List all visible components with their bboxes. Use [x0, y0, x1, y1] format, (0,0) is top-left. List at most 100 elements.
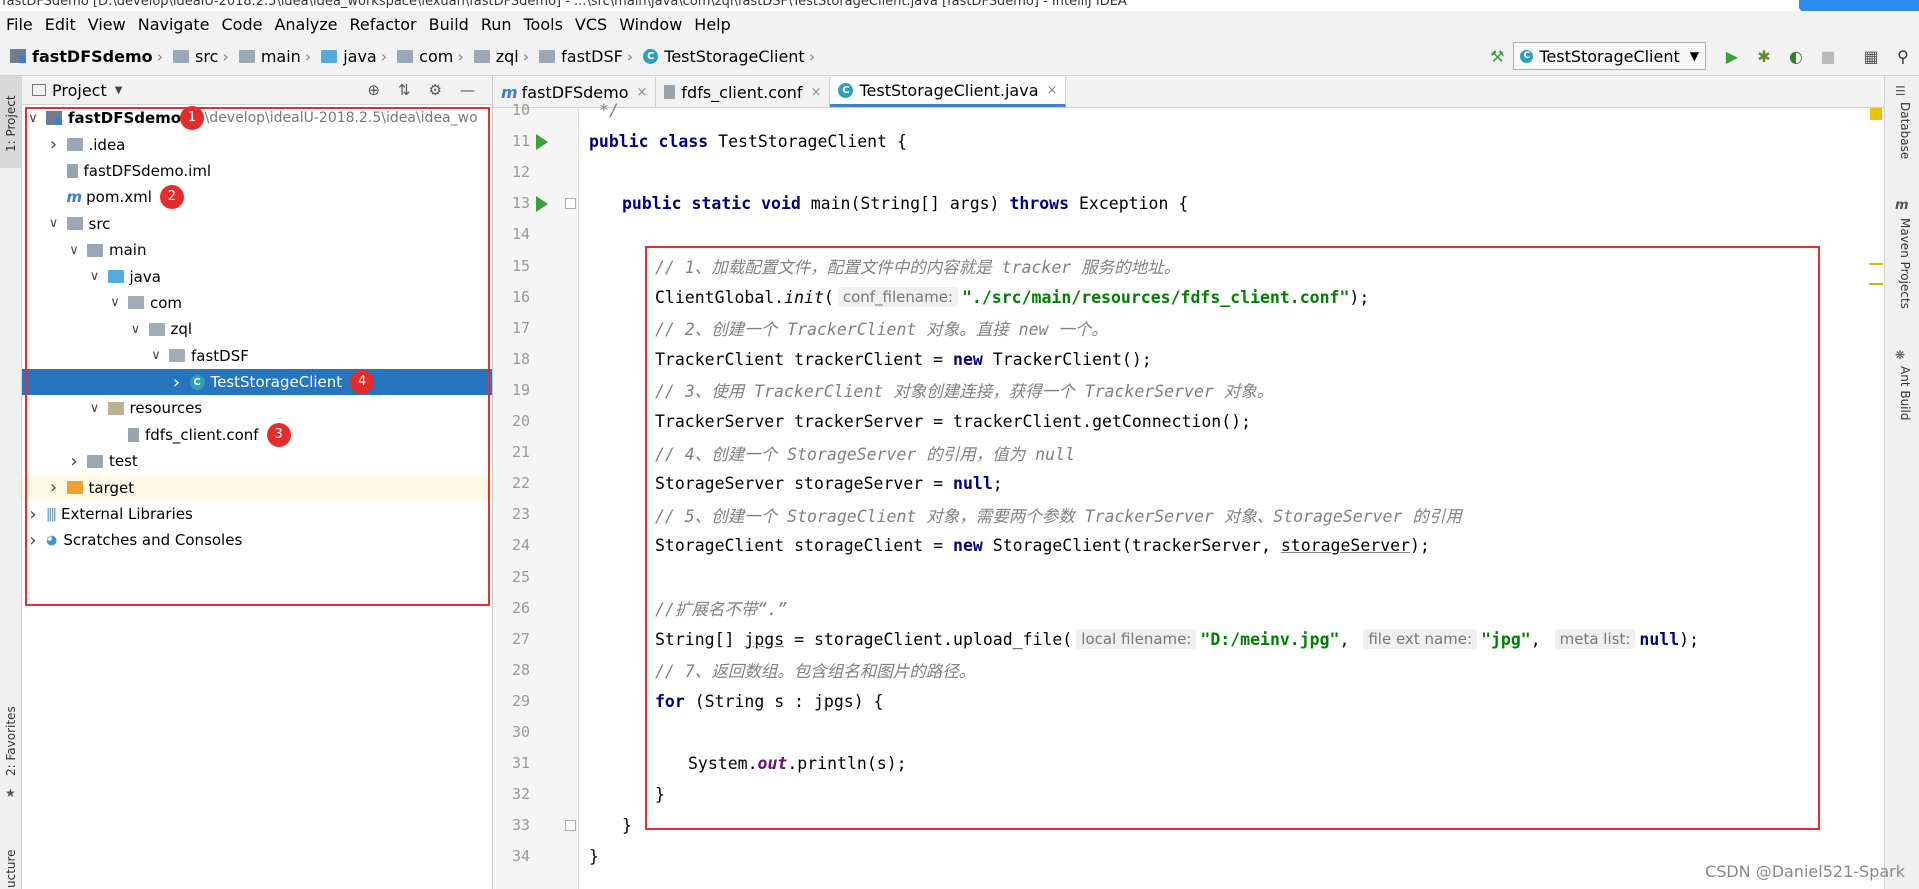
menu-item-view[interactable]: View: [82, 15, 132, 34]
navigation-bar: fastDFSdemo › src › main › java › com › zql › fastDS…: [0, 37, 1919, 76]
breadcrumb-label: com: [419, 46, 454, 66]
gear-icon[interactable]: ⚙: [429, 81, 442, 99]
close-icon[interactable]: ×: [637, 85, 648, 100]
menu-item-tools[interactable]: Tools: [518, 15, 569, 34]
line-number: 27: [511, 629, 530, 648]
locate-icon[interactable]: ⊕: [367, 81, 380, 99]
menu-item-window[interactable]: Window: [613, 15, 688, 34]
fold-marker-icon[interactable]: [565, 820, 576, 832]
close-icon[interactable]: ×: [1047, 83, 1058, 98]
maven-tool-label[interactable]: Maven Projects: [1898, 218, 1912, 309]
line-number: 18: [511, 349, 530, 368]
menu-item-code[interactable]: Code: [216, 15, 269, 34]
code-line: public static void main(String[] args) t…: [622, 188, 1188, 219]
menu-item-help[interactable]: Help: [688, 15, 736, 34]
warning-mark[interactable]: [1869, 283, 1883, 285]
editor-tab[interactable]: fdfs_client.conf ×: [656, 77, 831, 107]
title-bar: fastDFSdemo [D:\develop\idealU-2018.2.5\…: [0, 0, 1919, 11]
project-tool-label[interactable]: 1: Project: [4, 95, 18, 152]
code-token: public class: [589, 132, 719, 152]
project-structure-icon[interactable]: ▦: [1858, 43, 1884, 69]
code-token: }: [622, 816, 632, 836]
breadcrumb-label: java: [343, 46, 377, 66]
code-token: public static void: [622, 194, 811, 214]
chevron-right-icon: ›: [380, 46, 388, 66]
breadcrumb-item[interactable]: src ›: [171, 47, 237, 66]
run-config-select[interactable]: C TestStorageClient ▼: [1513, 42, 1706, 70]
chevron-right-icon: ›: [522, 46, 530, 66]
folder-icon: [539, 49, 556, 63]
breadcrumb-item[interactable]: zql ›: [472, 47, 537, 66]
project-panel-title[interactable]: Project: [52, 81, 107, 100]
line-number: 14: [511, 225, 530, 244]
breadcrumb-label: fastDSF: [561, 46, 623, 66]
run-gutter-icon[interactable]: [536, 196, 548, 213]
structure-tool-label[interactable]: ucture: [4, 849, 18, 888]
class-icon: C: [838, 83, 854, 98]
breadcrumb-item[interactable]: fastDFSdemo ›: [8, 47, 171, 66]
folder-icon: [473, 49, 490, 63]
line-number: 22: [511, 474, 530, 493]
fold-marker-icon[interactable]: [565, 198, 576, 210]
menu-item-build[interactable]: Build: [423, 15, 475, 34]
editor-tab-label: TestStorageClient.java: [859, 81, 1039, 100]
ant-icon: ❋: [1895, 348, 1906, 362]
breadcrumb-label: zql: [495, 46, 519, 66]
breadcrumb-item[interactable]: fastDSF ›: [537, 47, 641, 66]
window-title: fastDFSdemo [D:\develop\idealU-2018.2.5\…: [2, 0, 1127, 9]
right-tool-strip: ☰ Database m Maven Projects ❋ Ant Build: [1884, 76, 1919, 889]
code-line: public class TestStorageClient {: [589, 126, 907, 157]
menu-item-edit[interactable]: Edit: [39, 15, 82, 34]
menu-item-navigate[interactable]: Navigate: [132, 15, 216, 34]
left-tool-strip: 1: Project 2: Favorites ★ ucture: [0, 76, 22, 889]
line-number: 19: [511, 380, 530, 399]
folder-icon: [397, 49, 414, 63]
editor-tab[interactable]: C TestStorageClient.java ×: [830, 77, 1067, 107]
run-icon[interactable]: ▶: [1719, 43, 1745, 69]
chevron-right-icon: ›: [304, 46, 312, 66]
line-number: 17: [511, 318, 530, 337]
close-icon[interactable]: ×: [811, 85, 822, 100]
project-panel-header: Project ▼ ⊕ ⇅ ⚙ —: [22, 76, 492, 105]
module-icon: [10, 49, 26, 63]
hide-panel-icon[interactable]: —: [460, 81, 475, 99]
chevron-down-icon: ▼: [1689, 49, 1699, 63]
debug-icon[interactable]: ✱: [1751, 43, 1777, 69]
menu-bar: File Edit View Navigate Code Analyze Refactor B…: [0, 11, 1919, 37]
config-file-icon: [664, 85, 676, 99]
project-view-icon: [32, 84, 46, 96]
run-gutter-icon[interactable]: [536, 134, 548, 151]
code-token: */: [589, 101, 619, 121]
line-number: 31: [511, 754, 530, 773]
code-token: TestStorageClient {: [718, 132, 907, 152]
chevron-right-icon: ›: [156, 46, 164, 66]
menu-item-analyze[interactable]: Analyze: [268, 15, 343, 34]
breadcrumb-item[interactable]: com ›: [395, 47, 472, 66]
breadcrumb-item[interactable]: main ›: [237, 47, 319, 66]
breadcrumb-label: TestStorageClient: [664, 46, 805, 66]
favorites-tool-label[interactable]: 2: Favorites: [4, 706, 18, 776]
inspection-status-icon[interactable]: [1870, 108, 1882, 120]
breadcrumb-item[interactable]: C TestStorageClient ›: [641, 47, 823, 66]
line-number: 24: [511, 536, 530, 555]
stop-icon[interactable]: ■: [1815, 43, 1841, 69]
menu-item-refactor[interactable]: Refactor: [344, 15, 423, 34]
line-number: 23: [511, 505, 530, 524]
warning-mark[interactable]: [1869, 263, 1883, 265]
chevron-right-icon: ›: [808, 46, 816, 66]
coverage-icon[interactable]: ◐: [1783, 43, 1809, 69]
ant-tool-label[interactable]: Ant Build: [1898, 366, 1912, 420]
chevron-right-icon: ›: [222, 46, 229, 66]
menu-item-file[interactable]: File: [0, 15, 39, 34]
menu-item-vcs[interactable]: VCS: [569, 15, 613, 34]
line-number: 30: [511, 723, 530, 741]
chevron-down-icon[interactable]: ▼: [115, 85, 123, 96]
database-tool-label[interactable]: Database: [1898, 102, 1912, 159]
collapse-all-icon[interactable]: ⇅: [398, 81, 411, 99]
breadcrumb-item[interactable]: java ›: [319, 47, 395, 66]
build-hammer-icon[interactable]: ⚒: [1484, 43, 1510, 69]
line-number: 20: [511, 412, 530, 430]
search-icon[interactable]: ⚲: [1890, 43, 1916, 69]
chevron-right-icon: ›: [457, 46, 464, 66]
menu-item-run[interactable]: Run: [475, 15, 518, 34]
